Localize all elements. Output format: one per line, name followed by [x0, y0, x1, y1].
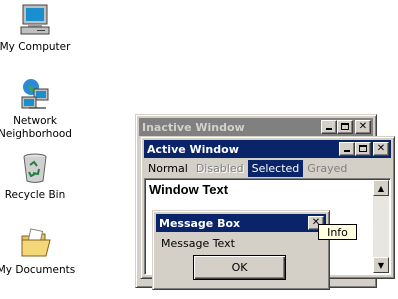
window-title: Active Window: [147, 142, 239, 156]
tooltip: Info: [318, 224, 357, 240]
window-title: Inactive Window: [142, 120, 245, 134]
close-icon: ✕: [376, 143, 386, 154]
maximize-icon: [359, 145, 367, 152]
window-text: Window Text: [149, 182, 229, 197]
maximize-button[interactable]: [337, 120, 353, 134]
minimize-icon: [326, 128, 332, 130]
menu-item-selected[interactable]: Selected: [247, 159, 304, 177]
ok-button[interactable]: OK: [193, 255, 286, 280]
minimize-button[interactable]: [321, 120, 337, 134]
close-icon: ✕: [358, 121, 368, 132]
desktop-icon-label: My Computer: [0, 41, 71, 53]
message-box-title: Message Box: [159, 216, 241, 230]
minimize-button[interactable]: [339, 142, 355, 156]
arrow-down-icon: ▼: [377, 260, 385, 270]
scroll-up-button[interactable]: ▲: [373, 180, 389, 196]
message-box[interactable]: Message Box ✕ Message Text OK: [152, 210, 330, 290]
arrow-up-icon: ▲: [377, 183, 385, 193]
active-window-titlebar[interactable]: Active Window ✕: [144, 140, 391, 158]
folder-icon: [19, 226, 53, 260]
desktop-icon-my-computer[interactable]: My Computer: [0, 3, 75, 54]
desktop-icon-label: Network: [13, 115, 57, 127]
desktop-icon-my-documents[interactable]: My Documents: [0, 226, 76, 277]
menu-item-disabled: Disabled: [195, 161, 244, 175]
minimize-icon: [344, 150, 350, 152]
message-text: Message Text: [161, 237, 235, 250]
maximize-icon: [341, 123, 349, 130]
computer-icon: [18, 3, 52, 37]
vertical-scrollbar[interactable]: ▲ ▼: [373, 180, 389, 273]
menu-item-grayed: Grayed: [307, 161, 348, 175]
menu-item-normal[interactable]: Normal: [144, 160, 192, 177]
maximize-button[interactable]: [355, 142, 371, 156]
close-button[interactable]: ✕: [355, 120, 371, 134]
desktop-icon-label: My Documents: [0, 264, 76, 276]
desktop-icon-label: Recycle Bin: [4, 189, 66, 201]
desktop-icon-recycle-bin[interactable]: Recycle Bin: [0, 151, 75, 202]
message-box-titlebar[interactable]: Message Box ✕: [156, 214, 326, 232]
desktop-icon-network-neighborhood[interactable]: Network Neighborhood: [0, 77, 75, 141]
desktop-icon-label-line2: Neighborhood: [0, 128, 72, 140]
close-button[interactable]: ✕: [373, 142, 389, 156]
inactive-window-titlebar[interactable]: Inactive Window ✕: [139, 118, 373, 136]
network-icon: [18, 77, 52, 111]
scroll-down-button[interactable]: ▼: [373, 257, 389, 273]
menu-bar: Normal Disabled Selected Grayed: [144, 159, 391, 177]
recycle-bin-icon: [18, 151, 52, 185]
